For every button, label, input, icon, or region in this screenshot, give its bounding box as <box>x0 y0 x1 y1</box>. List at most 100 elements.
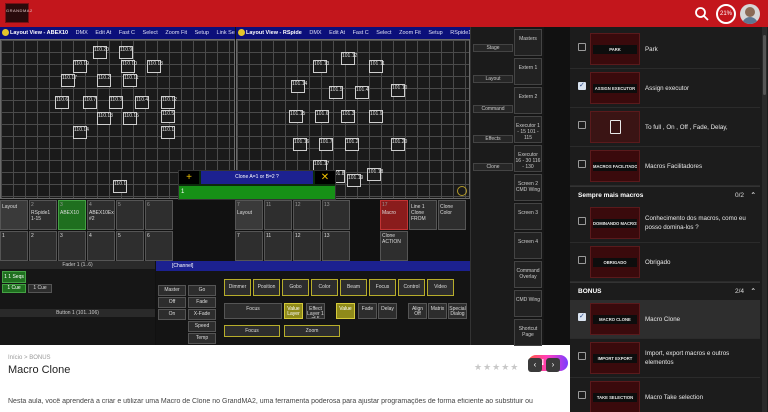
view-button: Setup <box>428 30 443 36</box>
screen-button: Screen 3 <box>514 203 542 230</box>
executor-button-lower: 4 <box>87 231 115 261</box>
executor-button-lower: 1 <box>0 231 28 261</box>
lesson-checkbox[interactable] <box>578 352 586 360</box>
screen-button: Executor 16 - 30 116 - 130 <box>514 145 542 172</box>
executor-button: 6 <box>145 200 173 230</box>
view-button: Select <box>142 30 158 36</box>
dialog-input: 1 <box>179 186 335 199</box>
lesson-item[interactable]: IMPORT EXPORT Import, export macros e out… <box>570 339 760 378</box>
brand-logo[interactable]: GRANDMA2 <box>5 3 32 23</box>
fixture: 101.15 <box>289 110 305 123</box>
zoom-icon <box>457 186 467 196</box>
lesson-thumbnail: MACROS FACILITADORES <box>590 150 640 182</box>
lesson-checkbox[interactable] <box>578 217 586 225</box>
executor-number: 12 <box>295 202 301 208</box>
fixture: 110.10 <box>121 60 137 73</box>
lesson-checkbox[interactable] <box>578 312 586 321</box>
view-button: Select <box>376 30 392 36</box>
view-title: Layout View - RSpide <box>246 30 302 36</box>
bottom-cell: Focus <box>224 325 280 337</box>
caret-up-icon[interactable]: ⌃ <box>751 283 756 301</box>
breadcrumb: Início > BONUS <box>8 355 51 361</box>
master-cell: X-Fade <box>188 309 216 320</box>
lesson-item[interactable]: PARK Park <box>570 30 760 69</box>
screen-button: Executor 1 - 15 101 - 115 <box>514 116 542 143</box>
lesson-label: Conhecimento dos macros, como eu posso d… <box>645 215 746 231</box>
fixture: 101.6 <box>315 110 329 123</box>
dialog-title: Clone A=1 or B=2 ? <box>201 171 313 184</box>
breadcrumb-home[interactable]: Início <box>8 355 22 361</box>
fixture: 110.3 <box>109 96 123 109</box>
lesson-item[interactable]: ASSIGN EXECUTOR Assign executor <box>570 69 760 108</box>
lesson-label: Macros Facilitadores <box>645 162 703 170</box>
feature-tab: Control <box>398 279 425 296</box>
lesson-thumbnail: TAKE SELECTION <box>590 381 640 412</box>
fixture: 101.19 <box>347 174 363 187</box>
lesson-checkbox[interactable] <box>578 43 586 51</box>
document-icon <box>610 120 621 134</box>
section-header[interactable]: BONUS 2/4 ⌃ <box>570 282 760 300</box>
fixture: 101.7 <box>319 138 333 151</box>
lesson-checkbox[interactable] <box>578 81 586 90</box>
lesson-item[interactable]: OBRIGADO Obrigado <box>570 243 760 282</box>
screen-button: Command Overlay <box>514 261 542 288</box>
video-player[interactable]: Layout View - ABEX10 DMX Edit At Fast C … <box>0 27 570 371</box>
fixture: 110.1 <box>161 126 175 139</box>
sidebar-scrollbar[interactable] <box>762 27 767 412</box>
executor-button-lower: 3 <box>58 231 86 261</box>
fixture: 110.18 <box>147 60 163 73</box>
fixture: 101.13 <box>313 60 329 73</box>
fader-cell: 1 Cue <box>28 284 52 293</box>
attribute-cell: Delay <box>378 303 397 319</box>
lesson-checkbox[interactable] <box>578 391 586 399</box>
screen-button: Screen 2 CMD Wing <box>514 174 542 201</box>
view-button: Clone <box>473 163 513 171</box>
attribute-cell: Focus <box>224 303 282 319</box>
lesson-item[interactable]: DOMINANDO MACROS Conhecimento dos macros,… <box>570 204 760 243</box>
view-list-panel: Stage Layout Command Effects Clone <box>470 27 514 345</box>
fader-cell: 1 Cue <box>2 284 26 293</box>
lesson-checkbox[interactable] <box>578 160 586 168</box>
lesson-item[interactable]: TAKE SELECTION Macro Take selection <box>570 378 760 412</box>
attribute-cell: Value <box>336 303 355 319</box>
fixture: 101.18 <box>367 168 383 181</box>
screen-button: Extern 1 <box>514 58 542 85</box>
executor-button: Layout <box>0 200 28 230</box>
fixture: 110.14 <box>73 126 89 139</box>
caret-up-icon[interactable]: ⌃ <box>751 187 756 205</box>
next-lesson-button[interactable]: › <box>546 358 560 372</box>
fader-panel: Fader 1 (1..6) 1 1 Seqs 1 Cue 1 Cue Butt… <box>0 261 155 345</box>
executor-button: 5 <box>116 200 144 230</box>
view-button: Zoom Fit <box>165 30 188 36</box>
executor-label: ABEX10Ex #2 <box>89 210 114 222</box>
lesson-thumbnail: IMPORT EXPORT <box>590 342 640 374</box>
executor-button-lower: 7 <box>235 231 263 261</box>
lesson-label: Park <box>645 45 658 53</box>
master-cell: Fade <box>188 297 216 308</box>
search-icon[interactable] <box>694 6 710 22</box>
lesson-checkbox[interactable] <box>578 256 586 264</box>
executor-number: 11 <box>266 202 272 208</box>
executor-number: 7 <box>237 202 240 208</box>
thumbnail-label: IMPORT EXPORT <box>593 354 637 363</box>
screen-button: Extern 2 <box>514 87 542 114</box>
user-avatar[interactable] <box>740 4 760 24</box>
section-header[interactable]: Sempre mais macros 0/2 ⌃ <box>570 186 760 204</box>
master-cell: Off <box>158 297 186 308</box>
view-indicator-icon <box>2 29 9 36</box>
fixture: 101.3 <box>341 110 355 123</box>
lesson-item[interactable]: To full , On , Off , Fade, Delay, <box>570 108 760 147</box>
view-button: Edit At <box>329 30 346 36</box>
prev-lesson-button[interactable]: ‹ <box>528 358 542 372</box>
fixture: 101.2 <box>345 138 359 151</box>
lesson-thumbnail: MACRO CLONE <box>590 303 640 335</box>
lesson-item[interactable]: MACRO CLONE Macro Clone <box>570 300 760 339</box>
breadcrumb-section[interactable]: BONUS <box>29 355 50 361</box>
master-cell: Speed <box>188 321 216 332</box>
lesson-checkbox[interactable] <box>578 121 586 129</box>
thumbnail-label: DOMINANDO MACROS <box>593 219 637 228</box>
lesson-label: Macro Take selection <box>645 393 704 401</box>
rating-stars[interactable]: ★★★★★ <box>474 362 519 373</box>
course-progress[interactable]: 21% <box>716 4 736 24</box>
lesson-item[interactable]: MACROS FACILITADORES Macros Facilitadores <box>570 147 760 186</box>
